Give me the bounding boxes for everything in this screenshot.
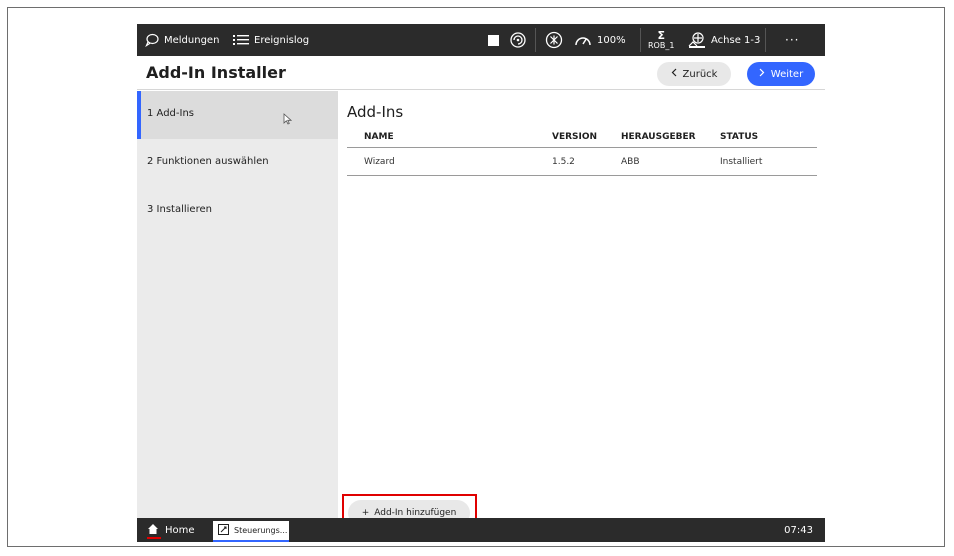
table-header: NAME VERSION HERAUSGEBER STATUS (347, 127, 817, 148)
more-icon: ··· (785, 33, 800, 47)
list-icon (233, 33, 249, 47)
messages-label: Meldungen (164, 34, 220, 46)
mechanical-unit-button[interactable]: Σ ROB_1 (648, 24, 674, 56)
cell-status: Installiert (720, 156, 763, 167)
cell-version: 1.5.2 (552, 156, 575, 167)
clock: 07:43 (784, 524, 813, 536)
home-label: Home (165, 524, 195, 536)
axes-label: Achse 1-3 (711, 34, 761, 46)
jog-axes-button[interactable]: Achse 1-3 (688, 24, 760, 56)
robot-symbol: Σ (657, 29, 665, 42)
eventlog-label: Ereignislog (254, 34, 310, 46)
app-window-icon (218, 524, 229, 537)
step-install[interactable]: 3 Installieren (137, 187, 338, 235)
column-header-status[interactable]: STATUS (720, 132, 758, 142)
back-button[interactable]: Zurück (657, 62, 731, 86)
column-header-publisher[interactable]: HERAUSGEBER (621, 132, 696, 142)
separator (535, 28, 536, 52)
speed-value: 100% (597, 34, 626, 46)
motors-icon[interactable] (509, 24, 527, 56)
wizard-steps: 1 Add-Ins 2 Funktionen auswählen 3 Insta… (137, 91, 338, 518)
taskbar: Home Steuerungs... 07:43 (137, 518, 825, 542)
next-button[interactable]: Weiter (747, 62, 815, 86)
next-label: Weiter (770, 68, 804, 80)
more-button[interactable]: ··· (785, 24, 799, 56)
robot-name: ROB_1 (648, 41, 675, 50)
step-label: 2 Funktionen auswählen (147, 156, 269, 167)
home-icon (147, 523, 159, 538)
chevron-left-icon (671, 68, 677, 80)
section-title: Add-Ins (347, 103, 404, 121)
cell-publisher: ABB (621, 156, 640, 167)
step-select-functions[interactable]: 2 Funktionen auswählen (137, 139, 338, 187)
chevron-right-icon (759, 68, 765, 80)
operating-mode-icon[interactable] (545, 24, 563, 56)
active-step-indicator (137, 91, 141, 139)
table-row[interactable]: Wizard 1.5.2 ABB Installiert (347, 148, 817, 176)
add-ins-table: NAME VERSION HERAUSGEBER STATUS Wizard 1… (347, 127, 817, 176)
back-label: Zurück (682, 68, 718, 80)
status-bar: Meldungen Ereignislog 100% Σ ROB_1 Achse… (137, 24, 825, 56)
robot-indicator: Σ ROB_1 (648, 30, 674, 50)
step-label: 3 Installieren (147, 204, 212, 215)
cell-name: Wizard (364, 156, 395, 167)
flexpendant-screen: Meldungen Ereignislog 100% Σ ROB_1 Achse… (137, 24, 825, 542)
app-header: Add-In Installer Zurück Weiter (137, 56, 825, 90)
home-active-indicator (147, 537, 161, 539)
separator (640, 28, 641, 52)
speed-button[interactable]: 100% (574, 24, 626, 56)
mouse-cursor-icon (283, 113, 293, 128)
home-button[interactable]: Home (147, 518, 195, 542)
robot-arm-icon (688, 31, 706, 49)
messages-button[interactable]: Meldungen (145, 24, 219, 56)
step-add-ins[interactable]: 1 Add-Ins (137, 91, 338, 139)
main-panel: Add-Ins NAME VERSION HERAUSGEBER STATUS … (338, 91, 825, 535)
messages-icon (145, 33, 159, 47)
page-title: Add-In Installer (146, 63, 286, 82)
add-addin-label: Add-In hinzufügen (374, 508, 457, 518)
column-header-name[interactable]: NAME (364, 132, 394, 142)
taskbar-app-tab[interactable]: Steuerungs... (213, 521, 289, 542)
column-header-version[interactable]: VERSION (552, 132, 597, 142)
app-tab-label: Steuerungs... (234, 526, 288, 535)
speedometer-icon (574, 33, 592, 47)
separator (765, 28, 766, 52)
eventlog-button[interactable]: Ereignislog (233, 24, 309, 56)
stop-state-icon[interactable] (488, 24, 499, 56)
plus-icon: + (361, 508, 370, 518)
step-label: 1 Add-Ins (147, 108, 195, 119)
